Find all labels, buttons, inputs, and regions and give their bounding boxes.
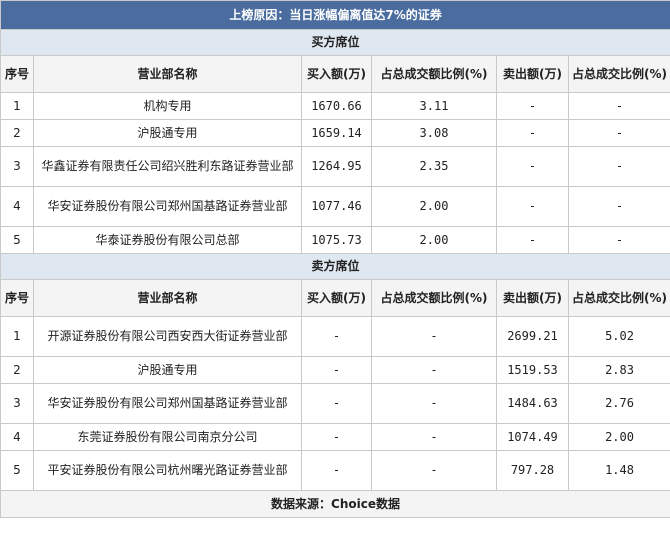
table-row: 5 华泰证券股份有限公司总部 1075.73 2.00 - - [0,226,670,254]
sell-pct-cell: 1.48 [567,450,670,491]
sell-pct-cell: - [567,186,670,227]
branch-name-cell: 机构专用 [33,92,302,120]
branch-name-cell: 沪股通专用 [33,356,302,384]
footer-row: 数据来源：Choice数据 [0,490,670,518]
buy-amount-cell: - [301,450,372,491]
title-row: 上榜原因：当日涨幅偏离值达7%的证券 [0,0,670,30]
sell-amount-cell: 797.28 [496,450,569,491]
col-buy-header: 买入额(万) [301,279,372,317]
buy-amount-cell: - [301,423,372,451]
seq-cell: 1 [0,316,34,357]
buy-pct-cell: - [371,423,497,451]
table-row: 4 东莞证券股份有限公司南京分公司 - - 1074.49 2.00 [0,423,670,451]
sell-amount-cell: - [496,92,569,120]
seq-cell: 3 [0,146,34,187]
seq-cell: 3 [0,383,34,424]
dragon-tiger-list-table: 上榜原因：当日涨幅偏离值达7%的证券 买方席位 序号 营业部名称 买入额(万) … [0,0,670,518]
buy-amount-cell: 1659.14 [301,119,372,147]
col-name-header: 营业部名称 [33,55,302,93]
table-row: 5 平安证券股份有限公司杭州曙光路证券营业部 - - 797.28 1.48 [0,450,670,491]
table-row: 2 沪股通专用 - - 1519.53 2.83 [0,356,670,384]
buy-section-header: 买方席位 [0,29,670,56]
sell-section-header: 卖方席位 [0,253,670,280]
sell-pct-cell: - [567,146,670,187]
buy-pct-cell: - [371,356,497,384]
buy-pct-cell: 3.08 [371,119,497,147]
buy-pct-cell: - [371,383,497,424]
sell-pct-cell: - [567,92,670,120]
table-row: 3 华鑫证券有限责任公司绍兴胜利东路证券营业部 1264.95 2.35 - - [0,146,670,187]
seq-cell: 5 [0,226,34,254]
sell-amount-cell: - [496,146,569,187]
sell-pct-cell: 2.00 [567,423,670,451]
seq-cell: 2 [0,119,34,147]
buy-pct-cell: 2.00 [371,226,497,254]
col-buy-pct-header: 占总成交额比例(%) [371,55,497,93]
col-seq-header: 序号 [0,55,34,93]
col-buy-header: 买入额(万) [301,55,372,93]
branch-name-cell: 华安证券股份有限公司郑州国基路证券营业部 [33,186,302,227]
sell-section-label: 卖方席位 [0,253,670,280]
sell-pct-cell: 2.83 [567,356,670,384]
table-row: 3 华安证券股份有限公司郑州国基路证券营业部 - - 1484.63 2.76 [0,383,670,424]
buy-pct-cell: - [371,316,497,357]
buy-pct-cell: 3.11 [371,92,497,120]
branch-name-cell: 华鑫证券有限责任公司绍兴胜利东路证券营业部 [33,146,302,187]
buy-amount-cell: 1264.95 [301,146,372,187]
branch-name-cell: 开源证券股份有限公司西安西大街证券营业部 [33,316,302,357]
sell-pct-cell: - [567,119,670,147]
col-name-header: 营业部名称 [33,279,302,317]
buy-amount-cell: 1670.66 [301,92,372,120]
buy-pct-cell: 2.00 [371,186,497,227]
sell-amount-cell: 2699.21 [496,316,569,357]
buy-pct-cell: - [371,450,497,491]
col-sell-pct-header: 占总成交比例(%) [567,279,670,317]
buy-pct-cell: 2.35 [371,146,497,187]
buy-amount-cell: 1075.73 [301,226,372,254]
seq-cell: 1 [0,92,34,120]
buy-amount-cell: - [301,316,372,357]
table-row: 1 机构专用 1670.66 3.11 - - [0,92,670,120]
buy-column-header-row: 序号 营业部名称 买入额(万) 占总成交额比例(%) 卖出额(万) 占总成交比例… [0,55,670,93]
col-buy-pct-header: 占总成交额比例(%) [371,279,497,317]
seq-cell: 5 [0,450,34,491]
table-title: 上榜原因：当日涨幅偏离值达7%的证券 [0,0,670,30]
buy-amount-cell: - [301,356,372,384]
sell-amount-cell: - [496,226,569,254]
col-sell-header: 卖出额(万) [496,55,569,93]
col-sell-header: 卖出额(万) [496,279,569,317]
sell-pct-cell: 2.76 [567,383,670,424]
table-row: 2 沪股通专用 1659.14 3.08 - - [0,119,670,147]
sell-amount-cell: 1519.53 [496,356,569,384]
table-row: 4 华安证券股份有限公司郑州国基路证券营业部 1077.46 2.00 - - [0,186,670,227]
branch-name-cell: 华泰证券股份有限公司总部 [33,226,302,254]
buy-section-label: 买方席位 [0,29,670,56]
branch-name-cell: 平安证券股份有限公司杭州曙光路证券营业部 [33,450,302,491]
branch-name-cell: 华安证券股份有限公司郑州国基路证券营业部 [33,383,302,424]
seq-cell: 4 [0,186,34,227]
seq-cell: 2 [0,356,34,384]
branch-name-cell: 沪股通专用 [33,119,302,147]
sell-pct-cell: 5.02 [567,316,670,357]
branch-name-cell: 东莞证券股份有限公司南京分公司 [33,423,302,451]
table-row: 1 开源证券股份有限公司西安西大街证券营业部 - - 2699.21 5.02 [0,316,670,357]
sell-amount-cell: 1074.49 [496,423,569,451]
seq-cell: 4 [0,423,34,451]
buy-amount-cell: - [301,383,372,424]
col-sell-pct-header: 占总成交比例(%) [567,55,670,93]
sell-amount-cell: 1484.63 [496,383,569,424]
sell-amount-cell: - [496,186,569,227]
buy-amount-cell: 1077.46 [301,186,372,227]
sell-amount-cell: - [496,119,569,147]
col-seq-header: 序号 [0,279,34,317]
data-source-note: 数据来源：Choice数据 [0,490,670,518]
sell-column-header-row: 序号 营业部名称 买入额(万) 占总成交额比例(%) 卖出额(万) 占总成交比例… [0,279,670,317]
sell-pct-cell: - [567,226,670,254]
